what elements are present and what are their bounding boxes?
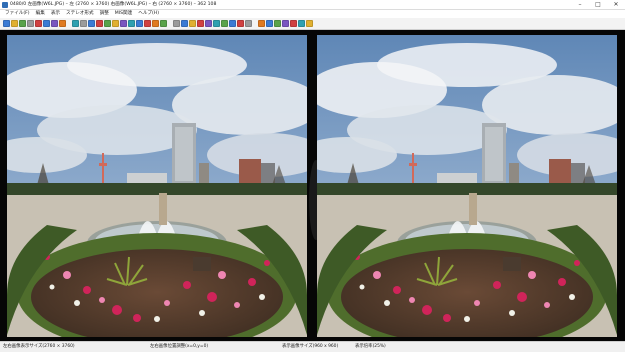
- toolbar-button-icon[interactable]: [112, 20, 119, 27]
- toolbar-button-icon[interactable]: [306, 20, 313, 27]
- status-zoom: 表示倍率(25%): [355, 344, 386, 349]
- toolbar-button-icon[interactable]: [266, 20, 273, 27]
- toolbar-button-icon[interactable]: [88, 20, 95, 27]
- toolbar-separator: [253, 20, 257, 28]
- toolbar-button-icon[interactable]: [258, 20, 265, 27]
- status-image-size: 左右画像表示サイズ(2760 × 3760): [3, 344, 75, 349]
- toolbar-button-icon[interactable]: [128, 20, 135, 27]
- stereo-viewer[interactable]: [0, 30, 625, 341]
- status-display-size: 表示画像サイズ(960 x 960): [282, 344, 339, 349]
- right-garden-photo: [317, 35, 617, 337]
- maximize-icon[interactable]: □: [589, 0, 607, 10]
- menu-adjust[interactable]: 調整: [98, 10, 113, 18]
- toolbar-separator: [168, 20, 172, 28]
- toolbar-button-icon[interactable]: [80, 20, 87, 27]
- toolbar-button-icon[interactable]: [213, 20, 220, 27]
- toolbar-button-icon[interactable]: [274, 20, 281, 27]
- toolbar-button-icon[interactable]: [189, 20, 196, 27]
- status-bar: 左右画像表示サイズ(2760 × 3760) 左右画像位置調整(x=0,y=0)…: [0, 341, 625, 352]
- toolbar-button-icon[interactable]: [197, 20, 204, 27]
- status-position: 左右画像位置調整(x=0,y=0): [150, 344, 209, 349]
- toolbar-button-icon[interactable]: [136, 20, 143, 27]
- menu-view[interactable]: 表示: [49, 10, 64, 18]
- window-title: 0480/0 左画像(W6L.JPG) – 左 (2760 × 3760) 右画…: [10, 2, 217, 7]
- left-garden-photo: [7, 35, 307, 337]
- toolbar-separator: [67, 20, 71, 28]
- toolbar-button-icon[interactable]: [181, 20, 188, 27]
- menu-help[interactable]: ヘルプ(H): [136, 10, 163, 18]
- toolbar: [0, 18, 625, 30]
- toolbar-button-icon[interactable]: [51, 20, 58, 27]
- right-image-pane[interactable]: [317, 35, 617, 337]
- close-icon[interactable]: ✕: [607, 0, 625, 10]
- toolbar-button-icon[interactable]: [27, 20, 34, 27]
- toolbar-button-icon[interactable]: [229, 20, 236, 27]
- toolbar-button-icon[interactable]: [104, 20, 111, 27]
- toolbar-button-icon[interactable]: [35, 20, 42, 27]
- left-image-pane[interactable]: [7, 35, 307, 337]
- toolbar-button-icon[interactable]: [43, 20, 50, 27]
- menu-stereo-format[interactable]: ステレオ形式: [64, 10, 98, 18]
- window-controls: – □ ✕: [571, 0, 625, 10]
- toolbar-button-icon[interactable]: [160, 20, 167, 27]
- toolbar-button-icon[interactable]: [205, 20, 212, 27]
- toolbar-button-icon[interactable]: [282, 20, 289, 27]
- toolbar-button-icon[interactable]: [245, 20, 252, 27]
- toolbar-button-icon[interactable]: [237, 20, 244, 27]
- toolbar-button-icon[interactable]: [11, 20, 18, 27]
- toolbar-button-icon[interactable]: [221, 20, 228, 27]
- menu-bar: ファイル(F) 編集 表示 ステレオ形式 調整 MIS関連 ヘルプ(H): [0, 10, 625, 18]
- menu-edit[interactable]: 編集: [34, 10, 49, 18]
- toolbar-button-icon[interactable]: [290, 20, 297, 27]
- toolbar-button-icon[interactable]: [72, 20, 79, 27]
- title-bar: 0480/0 左画像(W6L.JPG) – 左 (2760 × 3760) 右画…: [0, 0, 625, 10]
- toolbar-button-icon[interactable]: [19, 20, 26, 27]
- toolbar-button-icon[interactable]: [152, 20, 159, 27]
- toolbar-button-icon[interactable]: [298, 20, 305, 27]
- toolbar-button-icon[interactable]: [144, 20, 151, 27]
- toolbar-button-icon[interactable]: [173, 20, 180, 27]
- app-icon: [2, 2, 8, 8]
- menu-file[interactable]: ファイル(F): [3, 10, 34, 18]
- toolbar-button-icon[interactable]: [59, 20, 66, 27]
- toolbar-button-icon[interactable]: [3, 20, 10, 27]
- toolbar-button-icon[interactable]: [96, 20, 103, 27]
- toolbar-button-icon[interactable]: [120, 20, 127, 27]
- menu-mis[interactable]: MIS関連: [113, 10, 136, 18]
- minimize-icon[interactable]: –: [571, 0, 589, 10]
